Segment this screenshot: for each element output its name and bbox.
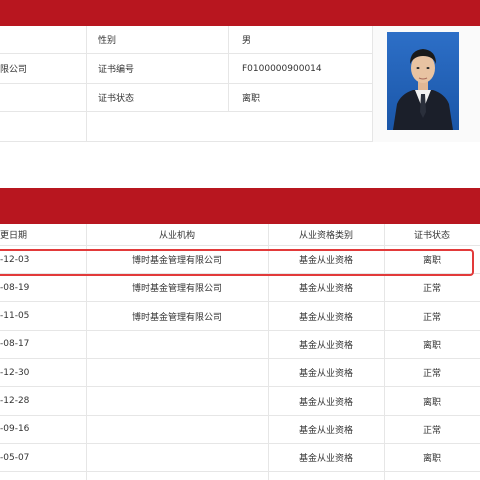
cert-number-label: 证书编号: [98, 65, 135, 75]
cell-qualification: 基金从业资格: [298, 312, 353, 323]
cell-date: -12-28: [0, 396, 30, 406]
header-institution: 从业机构: [158, 231, 195, 241]
cell-qualification: 基金从业资格: [298, 284, 353, 295]
gender-label: 性别: [98, 36, 117, 46]
header-qualification-type: 从业资格类别: [298, 231, 353, 241]
cert-status-value: 离职: [242, 94, 261, 104]
info-row-cert-status: 证书状态 离职: [0, 84, 372, 112]
cell-date: -08-19: [0, 282, 30, 293]
table-row: -08-17 基金从业资格 离职: [0, 331, 480, 359]
column-divider: [86, 26, 87, 142]
table-row: -05-07 基金从业资格 离职: [0, 444, 480, 473]
cell-status: 离职: [422, 397, 441, 408]
cell-institution: [86, 388, 268, 415]
cell-status: 正常: [422, 312, 441, 323]
table-row: -12-28 基金从业资格 离职: [0, 388, 480, 416]
info-left-value: [0, 26, 86, 53]
cell-status: 正常: [422, 284, 441, 295]
cert-status-label: 证书状态: [98, 94, 135, 104]
cell-qualification: 基金从业资格: [298, 425, 353, 436]
cell-status: 正常: [422, 425, 441, 436]
cell-institution: [86, 359, 268, 386]
cell-qualification: 基金从业资格: [298, 340, 353, 351]
info-left-value: [0, 112, 86, 141]
cell-date: -11-05: [0, 311, 30, 322]
cell-date: -12-30: [0, 367, 30, 378]
cell-status: 正常: [422, 369, 441, 380]
table-row: -09-16 基金从业资格 正常: [0, 416, 480, 444]
gender-value: 男: [242, 36, 252, 46]
cell-institution: 博时基金管理有限公司: [131, 284, 222, 295]
cell-qualification: 基金从业资格: [298, 397, 353, 408]
info-left-value: 限公司: [0, 65, 28, 75]
photo-frame: [372, 26, 480, 142]
info-row-cert-number: 限公司 证书编号 F0100000900014: [0, 54, 372, 84]
cell-date: -09-16: [0, 424, 30, 435]
cell-status: 离职: [422, 454, 441, 465]
header-change-date: 更日期: [0, 231, 28, 241]
cell-date: -08-17: [0, 339, 30, 350]
cell-institution: [86, 416, 268, 443]
cell-institution: [86, 331, 268, 358]
cell-qualification: 基金从业资格: [298, 454, 353, 465]
info-left-value: [0, 84, 86, 111]
cell-institution: 博时基金管理有限公司: [131, 312, 222, 323]
cell-date: -05-07: [0, 452, 30, 463]
top-red-header-bar: [0, 0, 480, 26]
column-divider: [228, 26, 229, 112]
table-header-row: 更日期 从业机构 从业资格类别 证书状态: [0, 224, 480, 246]
profile-photo: [387, 32, 459, 130]
table-row: -12-30 基金从业资格 正常: [0, 359, 480, 388]
cert-number-value: F0100000900014: [242, 63, 322, 74]
cell-institution: [86, 444, 268, 471]
cell-qualification: 基金从业资格: [298, 369, 353, 380]
header-cert-status: 证书状态: [413, 231, 450, 241]
section-red-header-bar: [0, 188, 480, 224]
person-portrait-icon: [387, 32, 459, 130]
info-row-gender: 性别 男: [0, 26, 372, 54]
table-row: -08-19 博时基金管理有限公司 基金从业资格 正常: [0, 274, 480, 303]
info-row-empty: [0, 112, 372, 142]
highlight-box: [0, 249, 474, 276]
cell-status: 离职: [422, 340, 441, 351]
table-row: -11-05 博时基金管理有限公司 基金从业资格 正常: [0, 303, 480, 331]
